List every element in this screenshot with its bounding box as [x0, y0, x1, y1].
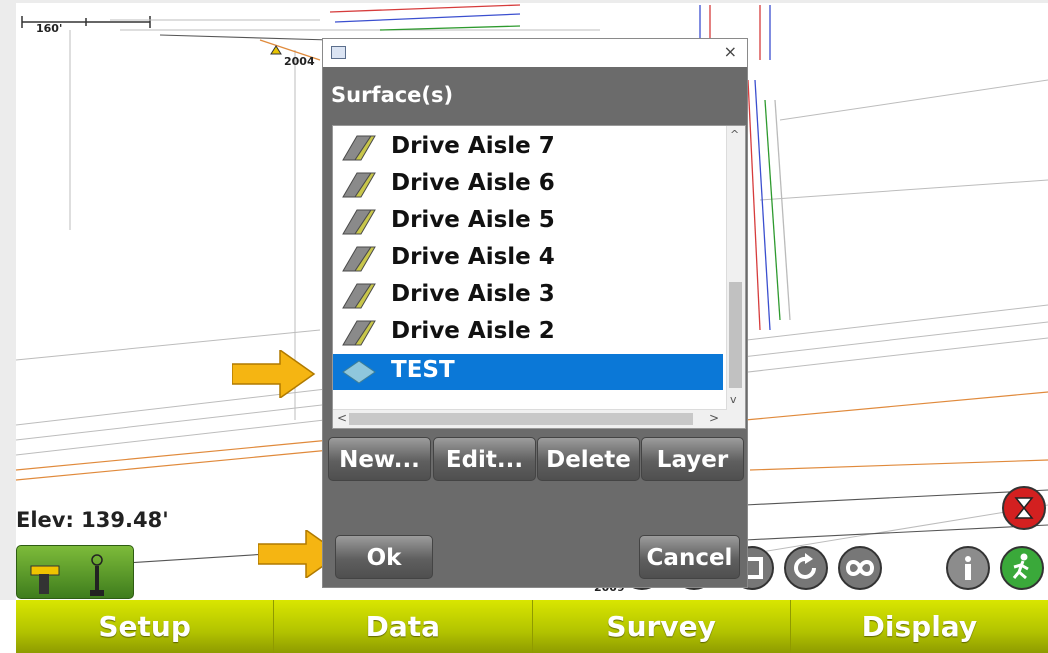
- horizontal-scrollbar[interactable]: < >: [333, 409, 727, 428]
- list-item[interactable]: Drive Aisle 6: [333, 167, 723, 203]
- stop-record-button[interactable]: [1002, 486, 1046, 530]
- window-app-icon: [331, 46, 346, 59]
- road-surface-icon: [342, 209, 376, 235]
- road-surface-icon: [342, 283, 376, 309]
- scroll-left-icon[interactable]: <: [337, 411, 347, 425]
- data-tab[interactable]: Data: [274, 600, 533, 653]
- info-icon: [965, 556, 971, 580]
- station-label-2004: 2004: [284, 55, 315, 68]
- surface-name: TEST: [391, 357, 455, 383]
- list-item[interactable]: Drive Aisle 7: [333, 130, 723, 166]
- new-surface-button[interactable]: New...: [328, 437, 431, 481]
- loop-button[interactable]: [838, 546, 882, 590]
- surface-name: Drive Aisle 2: [391, 318, 555, 344]
- surfaces-dialog: × Surface(s) Drive Aisle 7 Drive Aisle 6…: [322, 38, 748, 588]
- road-surface-icon: [342, 135, 376, 161]
- vertical-scrollbar[interactable]: ^ v: [726, 126, 745, 410]
- dialog-titlebar: ×: [323, 39, 747, 67]
- surface-name: Drive Aisle 5: [391, 207, 555, 233]
- rotate-icon: [794, 553, 816, 579]
- vertical-scroll-thumb[interactable]: [729, 282, 742, 388]
- main-toolbar: Setup Data Survey Display: [16, 600, 1048, 653]
- scale-bar-label: 160': [36, 22, 63, 35]
- gps-status-button[interactable]: [16, 545, 134, 599]
- surface-name: Drive Aisle 7: [391, 133, 555, 159]
- scroll-right-icon[interactable]: >: [709, 411, 719, 425]
- scrollbar-corner: [727, 410, 745, 428]
- plane-surface-icon: [342, 360, 376, 384]
- list-item[interactable]: Drive Aisle 3: [333, 278, 723, 314]
- list-item[interactable]: Drive Aisle 4: [333, 241, 723, 277]
- annotation-arrow-list: [232, 350, 316, 398]
- horizontal-scroll-thumb[interactable]: [349, 413, 693, 425]
- delete-surface-button[interactable]: Delete: [537, 437, 640, 481]
- walk-mode-button[interactable]: [1000, 546, 1044, 590]
- edit-surface-button[interactable]: Edit...: [433, 437, 536, 481]
- station-marker: [270, 45, 282, 55]
- display-tab[interactable]: Display: [791, 600, 1048, 653]
- walking-person-icon: [1012, 553, 1029, 580]
- list-item[interactable]: Drive Aisle 5: [333, 204, 723, 240]
- ok-button[interactable]: Ok: [335, 535, 433, 579]
- close-icon[interactable]: ×: [724, 42, 737, 61]
- road-surface-icon: [342, 172, 376, 198]
- survey-tab[interactable]: Survey: [533, 600, 791, 653]
- gps-receiver-icon: [30, 554, 104, 596]
- layer-button[interactable]: Layer: [641, 437, 744, 481]
- elevation-readout: Elev: 139.48': [16, 508, 169, 532]
- road-surface-icon: [342, 246, 376, 272]
- list-item[interactable]: Drive Aisle 2: [333, 315, 723, 351]
- scroll-down-icon[interactable]: v: [730, 393, 737, 406]
- surface-name: Drive Aisle 3: [391, 281, 555, 307]
- rotate-view-button[interactable]: [784, 546, 828, 590]
- surface-name: Drive Aisle 6: [391, 170, 555, 196]
- scroll-up-icon[interactable]: ^: [730, 128, 739, 141]
- info-button[interactable]: [946, 546, 990, 590]
- surface-list[interactable]: Drive Aisle 7 Drive Aisle 6 Drive Aisle …: [332, 125, 746, 429]
- setup-tab[interactable]: Setup: [16, 600, 275, 653]
- dialog-heading: Surface(s): [331, 83, 454, 107]
- map-utility-cluster-right: [747, 79, 791, 331]
- cancel-button[interactable]: Cancel: [639, 535, 740, 579]
- infinity-icon: [845, 560, 875, 576]
- survey-app-screen: 160' 2004 2008 2009 Elev: 139.48': [0, 0, 1048, 653]
- surface-name: Drive Aisle 4: [391, 244, 555, 270]
- list-item-selected[interactable]: TEST: [333, 354, 723, 390]
- road-surface-icon: [342, 320, 376, 346]
- hourglass-icon: [1014, 497, 1034, 519]
